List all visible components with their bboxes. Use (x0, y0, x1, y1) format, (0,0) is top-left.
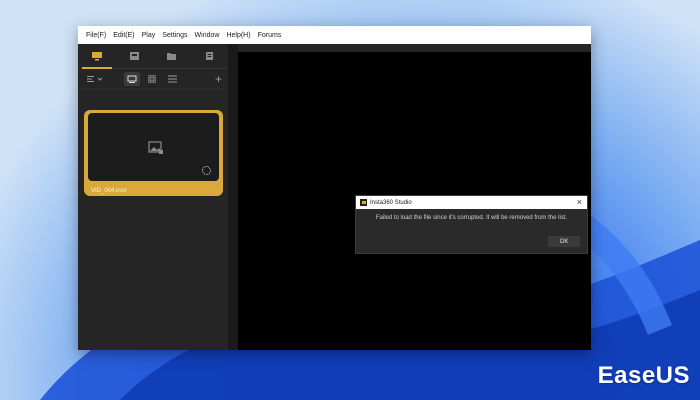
panel-splitter[interactable] (228, 44, 238, 350)
easeus-watermark: EaseUS (597, 362, 690, 389)
tab-media[interactable] (78, 44, 116, 69)
sort-icon (87, 76, 103, 82)
ok-button[interactable]: OK (548, 236, 580, 247)
album-icon (129, 52, 139, 60)
close-icon[interactable]: × (577, 197, 582, 207)
folder-icon (167, 53, 177, 60)
media-thumbnail (88, 113, 219, 181)
view-large-button[interactable] (124, 72, 140, 86)
tab-folder[interactable] (153, 44, 191, 68)
menubar: File(F) Edit(E) Play Settings Window Hel… (78, 26, 591, 44)
media-icon (91, 52, 102, 61)
view-grid-button[interactable] (144, 72, 160, 86)
loading-spinner-icon (202, 166, 211, 175)
list-icon (167, 75, 177, 83)
dialog-title: Insta360 Studio (370, 199, 412, 206)
dialog-titlebar: Insta360 Studio × (356, 196, 587, 209)
media-filename: VID_004.insv (91, 188, 127, 194)
view-list-button[interactable] (164, 72, 180, 86)
tab-album[interactable] (116, 44, 154, 68)
sort-button[interactable] (84, 72, 106, 86)
error-dialog: Insta360 Studio × Failed to load the fil… (355, 195, 588, 254)
image-placeholder-icon (148, 141, 163, 154)
menu-forums[interactable]: Forums (258, 32, 282, 39)
sidebar-tabs (78, 44, 228, 69)
grid-icon (148, 75, 156, 83)
menu-settings[interactable]: Settings (162, 32, 187, 39)
tab-edit[interactable] (191, 44, 229, 68)
preview-header (238, 44, 591, 52)
media-card[interactable]: VID_004.insv (84, 110, 223, 196)
media-sidebar: + VID_004.insv (78, 44, 228, 350)
menu-window[interactable]: Window (195, 32, 220, 39)
add-media-icon[interactable]: + (215, 72, 222, 86)
sidebar-toolbar: + (78, 69, 228, 90)
menu-help[interactable]: Help(H) (226, 32, 250, 39)
insta360-logo-icon (360, 199, 367, 206)
edit-doc-icon (205, 52, 213, 60)
dialog-message: Failed to load the file since it's corru… (375, 215, 568, 221)
insta360-studio-window: File(F) Edit(E) Play Settings Window Hel… (78, 26, 591, 350)
menu-edit[interactable]: Edit(E) (113, 32, 134, 39)
menu-file[interactable]: File(F) (86, 32, 106, 39)
large-thumbnail-icon (127, 75, 137, 83)
menu-play[interactable]: Play (142, 32, 156, 39)
